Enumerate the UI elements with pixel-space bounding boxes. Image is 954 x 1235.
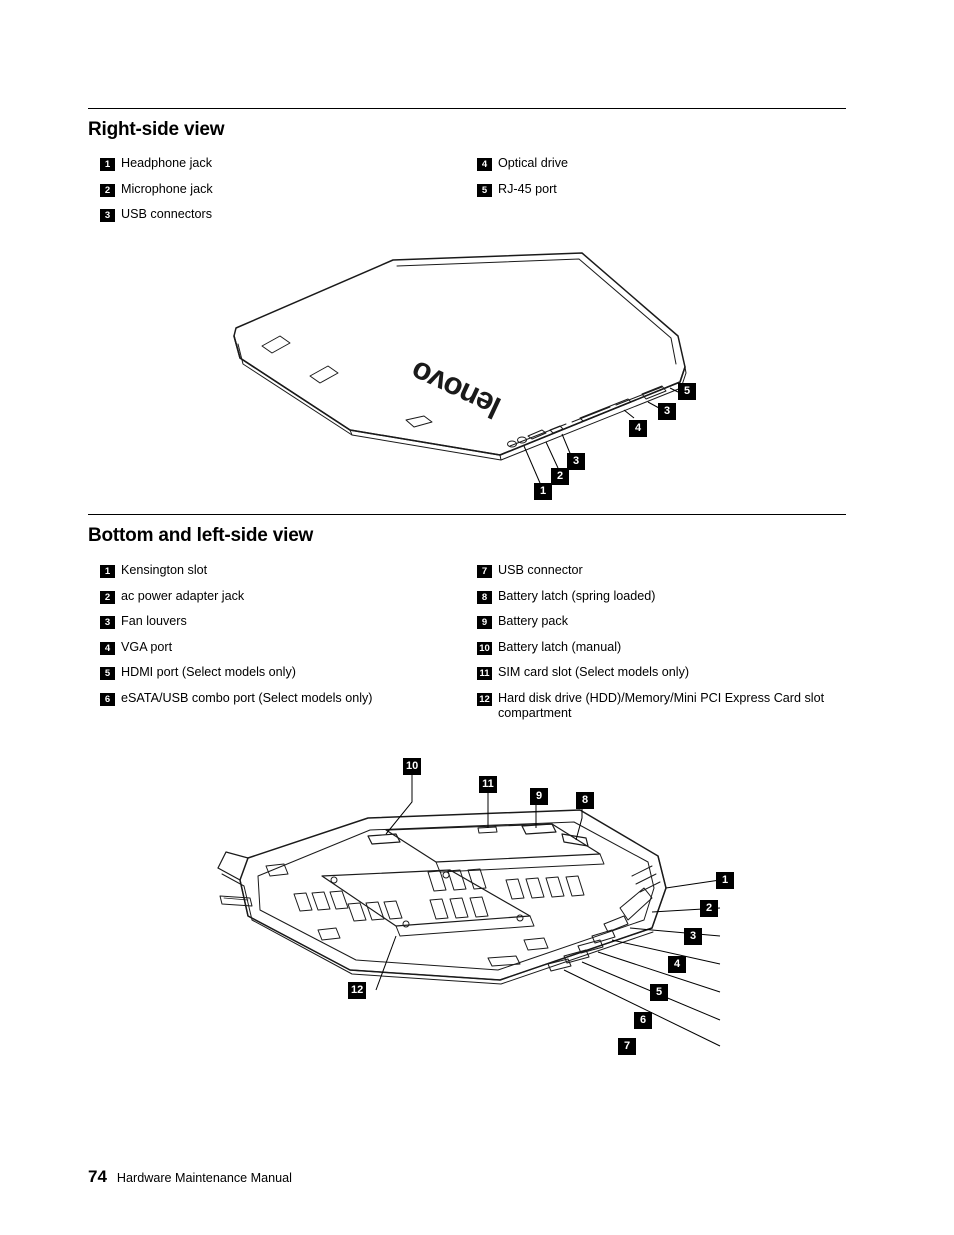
legend-bottom-left-column: 1 Kensington slot 2 ac power adapter jac… — [100, 563, 460, 716]
list-item: 1 Headphone jack — [100, 156, 430, 171]
list-item: 5 RJ-45 port — [477, 182, 837, 197]
callout-10: 10 — [403, 758, 422, 775]
callout-3: 3 — [658, 403, 676, 420]
list-item: 5 HDMI port (Select models only) — [100, 665, 460, 680]
callout-6: 6 — [634, 1012, 652, 1029]
legend-number: 12 — [477, 692, 492, 706]
legend-right-side-left-column: 1 Headphone jack 2 Microphone jack 3 USB… — [100, 156, 430, 233]
list-item: 7 USB connector — [477, 563, 847, 578]
callout-1b: 1 — [716, 872, 734, 889]
laptop-bottom-illustration — [217, 772, 721, 1047]
legend-label: USB connectors — [121, 207, 212, 221]
figure-bottom-left-side-view: 10 11 9 8 1 2 3 4 5 6 7 12 — [200, 748, 760, 1068]
legend-label: SIM card slot (Select models only) — [498, 665, 690, 679]
legend-label: RJ-45 port — [498, 181, 557, 196]
callout-4b: 4 — [668, 956, 686, 973]
legend-label: USB connector — [498, 563, 583, 577]
callout-7: 7 — [618, 1038, 636, 1055]
legend-label: Hard disk drive (HDD)/Memory/Mini PCI Ex… — [498, 690, 825, 720]
legend-number: 10 — [477, 641, 492, 655]
legend-number: 5 — [100, 667, 115, 680]
list-item: 8 Battery latch (spring loaded) — [477, 589, 847, 604]
legend-number: 2 — [100, 183, 115, 197]
legend-right-side-right-column: 4 Optical drive 5 RJ-45 port — [477, 156, 837, 207]
legend-label: VGA port — [121, 639, 173, 654]
manual-page: Right-side view 1 Headphone jack 2 Micro… — [0, 0, 954, 1235]
legend-label: Headphone jack — [121, 156, 213, 170]
figure-right-side-view: lenovo 5 3 4 3 2 1 — [210, 240, 730, 510]
callout-5b: 5 — [650, 984, 668, 1001]
callout-2: 2 — [551, 468, 569, 485]
page-title: Right-side view — [88, 119, 225, 140]
section-right-side-view: Right-side view — [88, 108, 846, 141]
legend-number: 1 — [100, 565, 115, 578]
list-item: 10 Battery latch (manual) — [477, 640, 847, 655]
list-item: 1 Kensington slot — [100, 563, 460, 578]
legend-label: Kensington slot — [121, 563, 208, 577]
legend-label: Optical drive — [498, 156, 568, 170]
list-item: 2 ac power adapter jack — [100, 589, 460, 604]
legend-bottom-right-column: 7 USB connector 8 Battery latch (spring … — [477, 563, 847, 731]
legend-number: 9 — [477, 616, 492, 629]
legend-label: Fan louvers — [121, 614, 187, 628]
legend-number: 4 — [477, 158, 492, 171]
section-bottom-left-side-view: Bottom and left-side view — [88, 514, 846, 547]
list-item: 2 Microphone jack — [100, 182, 430, 197]
callout-3b: 3 — [567, 453, 585, 470]
list-item: 9 Battery pack — [477, 614, 847, 629]
legend-number: 11 — [477, 667, 492, 680]
legend-number: 4 — [100, 641, 115, 655]
callout-12: 12 — [348, 982, 367, 999]
legend-number: 5 — [477, 183, 492, 197]
callout-8: 8 — [576, 792, 594, 809]
legend-label: ac power adapter jack — [121, 588, 245, 603]
list-item: 12 Hard disk drive (HDD)/Memory/Mini PCI… — [477, 691, 847, 721]
callout-9: 9 — [530, 788, 548, 805]
list-item: 11 SIM card slot (Select models only) — [477, 665, 847, 680]
legend-number: 7 — [477, 565, 492, 578]
section-divider — [88, 514, 846, 515]
callout-3c: 3 — [684, 928, 702, 945]
legend-number: 1 — [100, 158, 115, 171]
section-divider — [88, 108, 846, 109]
callout-1: 1 — [534, 483, 552, 500]
legend-number: 8 — [477, 590, 492, 604]
page-title-2: Bottom and left-side view — [88, 525, 314, 546]
callout-4: 4 — [629, 420, 647, 437]
callout-11: 11 — [479, 776, 497, 793]
legend-number: 6 — [100, 692, 115, 706]
legend-label: Battery latch (spring loaded) — [498, 588, 656, 603]
footer-title: Hardware Maintenance Manual — [116, 1171, 292, 1185]
list-item: 6 eSATA/USB combo port (Select models on… — [100, 691, 460, 706]
laptop-top-illustration: lenovo — [233, 252, 687, 484]
legend-label: eSATA/USB combo port (Select models only… — [121, 690, 373, 705]
legend-number: 3 — [100, 209, 115, 222]
callout-2b: 2 — [700, 900, 718, 917]
legend-label: Battery pack — [498, 614, 568, 628]
list-item: 4 Optical drive — [477, 156, 837, 171]
legend-number: 2 — [100, 590, 115, 604]
legend-label: Battery latch (manual) — [498, 639, 622, 654]
legend-label: HDMI port (Select models only) — [121, 665, 296, 679]
list-item: 3 USB connectors — [100, 207, 430, 222]
callout-5: 5 — [678, 383, 696, 400]
list-item: 3 Fan louvers — [100, 614, 460, 629]
legend-number: 3 — [100, 616, 115, 629]
list-item: 4 VGA port — [100, 640, 460, 655]
page-footer: 74 Hardware Maintenance Manual — [88, 1167, 292, 1187]
footer-page-number: 74 — [88, 1167, 107, 1186]
legend-label: Microphone jack — [121, 181, 213, 196]
